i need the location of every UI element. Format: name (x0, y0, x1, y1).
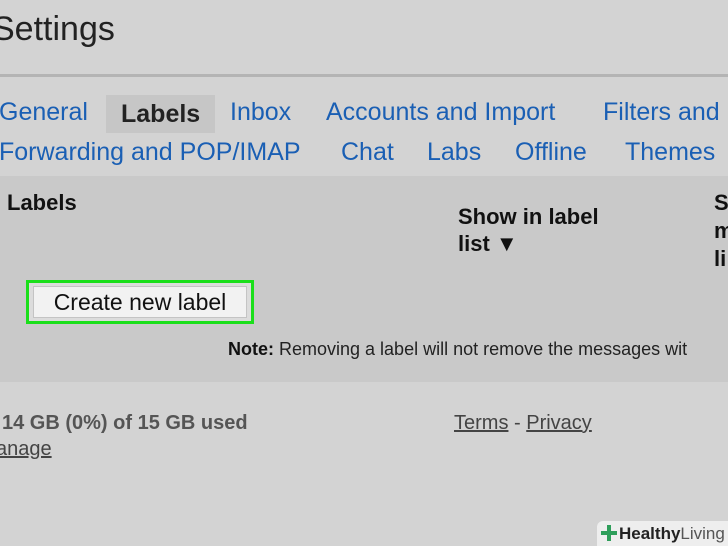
footer-links: Terms - Privacy (454, 412, 592, 435)
show-in-label-list-header-line1: Show in label (458, 204, 599, 229)
terms-link[interactable]: Terms (454, 412, 508, 434)
cut-column-header-1: S (714, 190, 728, 215)
watermark: HealthyLiving (597, 521, 728, 546)
manage-storage-link[interactable]: anage (0, 438, 52, 461)
note-text: Removing a label will not remove the mes… (274, 339, 688, 359)
privacy-link[interactable]: Privacy (526, 412, 592, 434)
tab-general[interactable]: General (0, 98, 88, 127)
tab-accounts-and-import[interactable]: Accounts and Import (326, 98, 555, 127)
page-title: Settings (0, 10, 115, 48)
tab-inbox[interactable]: Inbox (230, 98, 291, 127)
cut-column-header-3: li (714, 246, 727, 271)
removal-note: Note: Removing a label will not remove t… (228, 339, 687, 360)
tab-labs[interactable]: Labs (427, 138, 481, 167)
title-divider (0, 74, 728, 77)
watermark-brand-bold: Healthy (619, 524, 681, 543)
storage-usage: 14 GB (0%) of 15 GB used (2, 412, 248, 434)
cut-column-header-2: m (714, 218, 728, 243)
footer-separator: - (508, 412, 527, 434)
create-new-label-button[interactable]: Create new label (33, 286, 247, 318)
tab-offline[interactable]: Offline (515, 138, 587, 167)
show-in-label-list-header-line2[interactable]: list ▼ (458, 231, 518, 257)
labels-section-heading: Labels (7, 190, 77, 215)
create-new-label-highlight[interactable]: Create new label (26, 280, 254, 324)
watermark-brand-light: Living (680, 524, 725, 543)
tab-themes[interactable]: Themes (625, 138, 715, 167)
tab-filters[interactable]: Filters and (603, 98, 720, 127)
tab-forwarding-pop-imap[interactable]: Forwarding and POP/IMAP (0, 138, 301, 167)
plus-cross-icon (601, 525, 617, 541)
tab-labels[interactable]: Labels (106, 95, 216, 133)
note-label: Note: (228, 339, 274, 359)
tab-chat[interactable]: Chat (341, 138, 394, 167)
